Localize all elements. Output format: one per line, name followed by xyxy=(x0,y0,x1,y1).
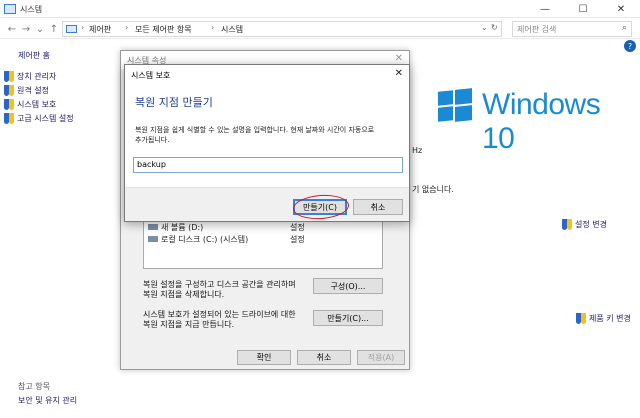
breadcrumb-system[interactable]: 시스템 xyxy=(221,24,243,35)
uac-shield-icon xyxy=(4,85,14,96)
drive-status: 설정 xyxy=(290,223,305,232)
pen-touch-fragment: 기 없습니다. xyxy=(412,185,454,194)
search-input[interactable]: 제어판 검색 ⌕ xyxy=(512,21,632,37)
search-icon: ⌕ xyxy=(621,23,627,33)
computer-icon xyxy=(66,25,77,33)
forward-arrow-icon[interactable]: → xyxy=(20,22,32,36)
windows-brand-text: Windows 10 xyxy=(482,88,601,155)
breadcrumb-separator-icon: › xyxy=(125,23,129,32)
processor-hz-fragment: Hz xyxy=(412,146,423,155)
system-window-icon xyxy=(4,4,16,14)
breadcrumb-separator-icon: › xyxy=(81,23,85,32)
search-placeholder: 제어판 검색 xyxy=(517,25,557,34)
list-item[interactable]: 새 볼륨 (D:) 설정 xyxy=(148,222,305,233)
change-settings-link[interactable]: 설정 변경 xyxy=(562,219,607,230)
see-also-heading: 참고 항목 xyxy=(18,382,50,391)
address-dropdown-icon[interactable]: ⌄ xyxy=(481,23,488,32)
address-bar[interactable]: › 제어판 › 모든 제어판 항목 › 시스템 ⌄ ↻ xyxy=(62,21,502,37)
create-restore-point-dialog: 시스템 보호 ✕ 복원 지점 만들기 복원 지점을 쉽게 식별할 수 있는 설명… xyxy=(124,64,410,222)
recent-dropdown-icon[interactable]: ⌄ xyxy=(34,22,46,36)
help-icon[interactable]: ? xyxy=(624,40,636,52)
windows-logo-icon xyxy=(438,88,472,123)
cancel-button[interactable]: 취소 xyxy=(297,350,351,365)
restore-point-name-input[interactable]: backup xyxy=(133,157,403,173)
create-restore-point-button[interactable]: 만들기(C)... xyxy=(313,310,383,326)
back-arrow-icon[interactable]: ← xyxy=(6,22,18,36)
uac-shield-icon xyxy=(576,313,586,324)
security-maintenance-link[interactable]: 보안 및 유지 관리 xyxy=(18,395,77,406)
change-product-key-link[interactable]: 제품 키 변경 xyxy=(576,313,631,324)
uac-shield-icon xyxy=(562,219,572,230)
dialog-instruction: 복원 지점을 쉽게 식별할 수 있는 설명을 입력합니다. 현재 날짜와 시간이… xyxy=(135,126,375,144)
system-protection-title: 시스템 보호 xyxy=(131,71,171,80)
drive-icon xyxy=(148,236,158,242)
configure-description: 복원 설정을 구성하고 디스크 공간을 관리하며 복원 지점을 삭제합니다. xyxy=(143,280,296,299)
refresh-icon[interactable]: ↻ xyxy=(491,23,498,32)
close-icon[interactable]: ✕ xyxy=(395,68,403,79)
breadcrumb-control-panel[interactable]: 제어판 xyxy=(89,24,111,35)
sidebar-item-remote-settings[interactable]: 원격 설정 xyxy=(4,85,49,96)
breadcrumb-separator-icon: › xyxy=(211,23,215,32)
list-item[interactable]: 로컬 디스크 (C:) (시스템) 설정 xyxy=(148,234,305,245)
sidebar-item-system-protection[interactable]: 시스템 보호 xyxy=(4,99,56,110)
close-button[interactable]: ✕ xyxy=(608,0,634,18)
create-description: 시스템 보호가 설정되어 있는 드라이브에 대한 복원 지점을 지금 만듭니다. xyxy=(143,310,296,329)
configure-button[interactable]: 구성(O)... xyxy=(313,278,383,294)
minimize-button[interactable]: — xyxy=(532,0,558,18)
navigation-bar: ← → ⌄ ↑ › 제어판 › 모든 제어판 항목 › 시스템 ⌄ ↻ 제어판 … xyxy=(0,19,640,39)
cancel-button[interactable]: 취소 xyxy=(353,199,403,215)
up-arrow-icon[interactable]: ↑ xyxy=(48,22,60,36)
control-panel-home-link[interactable]: 제어판 홈 xyxy=(18,50,50,61)
maximize-button[interactable]: ☐ xyxy=(570,0,596,18)
apply-button[interactable]: 적용(A) xyxy=(357,350,405,365)
create-button[interactable]: 만들기(C) xyxy=(293,199,347,215)
breadcrumb-all-items[interactable]: 모든 제어판 항목 xyxy=(135,24,192,35)
uac-shield-icon xyxy=(4,113,14,124)
window-titlebar: 시스템 — ☐ ✕ xyxy=(0,0,640,18)
dialog-heading: 복원 지점 만들기 xyxy=(135,96,213,109)
sidebar-item-device-manager[interactable]: 장치 관리자 xyxy=(4,71,56,82)
uac-shield-icon xyxy=(4,71,14,82)
dialog-footer: 만들기(C) 취소 xyxy=(125,187,409,221)
drive-icon xyxy=(148,224,158,230)
uac-shield-icon xyxy=(4,99,14,110)
ok-button[interactable]: 확인 xyxy=(237,350,291,365)
drive-status: 설정 xyxy=(290,235,305,244)
close-icon[interactable]: ✕ xyxy=(395,53,403,64)
window-title: 시스템 xyxy=(20,5,43,14)
left-navigation-pane: 제어판 홈 장치 관리자 원격 설정 시스템 보호 고급 시스템 설정 참고 항… xyxy=(0,40,120,418)
sidebar-item-advanced-settings[interactable]: 고급 시스템 설정 xyxy=(4,113,74,124)
